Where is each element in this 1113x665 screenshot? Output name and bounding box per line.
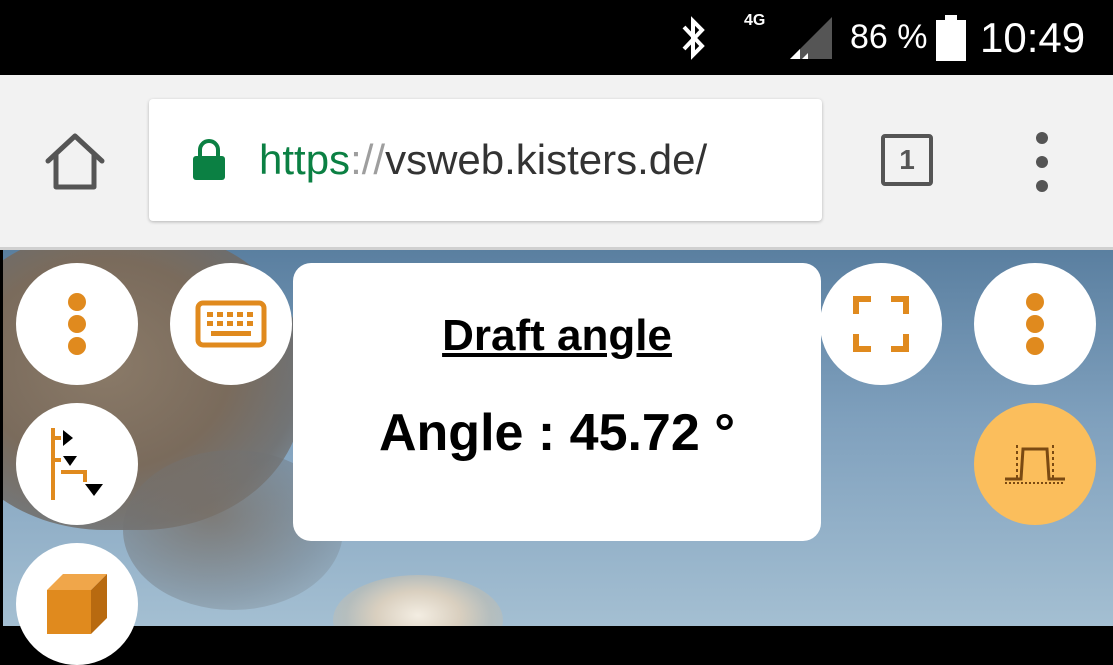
left-menu-button[interactable]: [16, 263, 138, 385]
browser-toolbar: https://vsweb.kisters.de/ 1: [0, 75, 1113, 250]
lock-icon: [191, 139, 227, 181]
url-scheme: https: [259, 136, 351, 183]
draft-angle-dialog: Draft angle Angle : 45.72 °: [293, 263, 821, 541]
tab-switcher-button[interactable]: 1: [881, 134, 933, 186]
background-cloud: [333, 575, 503, 626]
home-icon[interactable]: [40, 131, 110, 193]
status-bar: 4G 86 % 10:49: [0, 0, 1113, 75]
draft-angle-icon: [1005, 445, 1065, 484]
address-bar[interactable]: https://vsweb.kisters.de/: [149, 99, 822, 221]
vertical-dots-icon: [1026, 293, 1044, 355]
battery-icon: [936, 0, 966, 75]
angle-value: Angle : 45.72 °: [378, 404, 736, 462]
structure-tree-button[interactable]: [16, 403, 138, 525]
battery-percent: 86 %: [850, 18, 928, 56]
model-view-button[interactable]: [16, 543, 138, 665]
signal-icon: [788, 0, 834, 75]
cube-icon: [47, 574, 107, 634]
url-host: vsweb.kisters.de/: [385, 136, 708, 183]
overflow-menu-icon[interactable]: [1028, 130, 1056, 194]
draft-angle-tool-button[interactable]: [974, 403, 1096, 525]
bluetooth-icon: [676, 0, 712, 75]
url-text[interactable]: https://vsweb.kisters.de/: [259, 99, 707, 221]
network-type: 4G: [744, 12, 766, 29]
clock: 10:49: [980, 13, 1086, 61]
keyboard-icon: [195, 300, 267, 348]
vertical-dots-icon: [68, 293, 86, 355]
right-menu-button[interactable]: [974, 263, 1096, 385]
structure-tree-icon: [51, 428, 103, 500]
url-separator: ://: [350, 136, 386, 183]
fullscreen-icon: [853, 296, 909, 352]
keyboard-button[interactable]: [170, 263, 292, 385]
dialog-title: Draft angle: [442, 311, 672, 360]
tab-count: 1: [899, 144, 915, 175]
fullscreen-button[interactable]: [820, 263, 942, 385]
